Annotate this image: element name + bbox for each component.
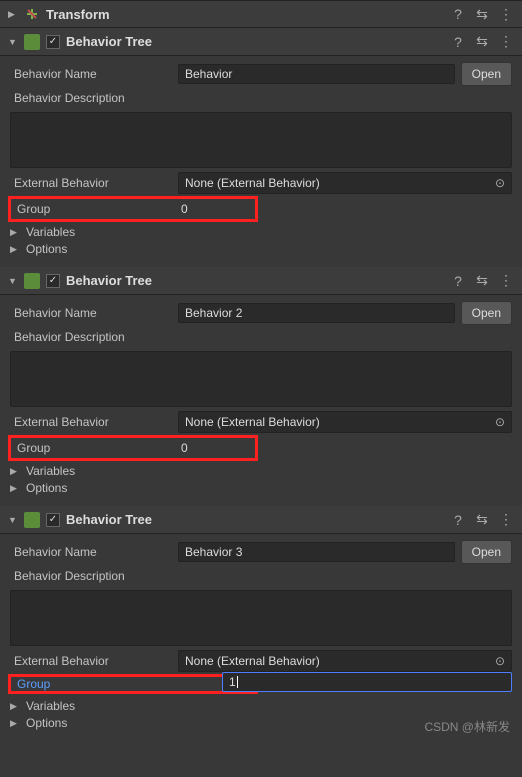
menu-icon[interactable]: ⋮: [498, 273, 514, 289]
group-label: Group: [11, 677, 175, 691]
enable-checkbox[interactable]: ✓: [46, 35, 60, 49]
component-title: Behavior Tree: [66, 34, 450, 49]
bt-header-1: ▼ ✓ Behavior Tree ? ⇆ ⋮: [0, 28, 522, 56]
component-title: Behavior Tree: [66, 512, 450, 527]
behavior-desc-input[interactable]: [10, 351, 512, 407]
transform-title: Transform: [46, 7, 450, 22]
preset-icon[interactable]: ⇆: [474, 512, 490, 528]
bt-icon: [24, 273, 40, 289]
bt-header-2: ▼ ✓ Behavior Tree ? ⇆ ⋮: [0, 267, 522, 295]
help-icon[interactable]: ?: [450, 273, 466, 289]
open-button[interactable]: Open: [461, 62, 512, 86]
behavior-desc-label: Behavior Description: [10, 569, 178, 583]
ext-behavior-value: None (External Behavior): [185, 415, 320, 429]
options-foldout[interactable]: ▶ Options: [10, 481, 512, 495]
chevron-right-icon: ▶: [10, 466, 22, 477]
options-label: Options: [26, 716, 67, 730]
group-value: 1: [229, 675, 236, 689]
expand-arrow-icon[interactable]: ▶: [8, 9, 20, 20]
text-caret: [237, 676, 238, 688]
variables-label: Variables: [26, 225, 75, 239]
object-picker-icon[interactable]: ⊙: [495, 654, 505, 668]
behavior-desc-input[interactable]: [10, 590, 512, 646]
group-highlight: Group: [8, 674, 258, 694]
bt-body-3: Behavior Name Open Behavior Description …: [0, 534, 522, 741]
component-title: Behavior Tree: [66, 273, 450, 288]
transform-icon: [24, 6, 40, 22]
ext-behavior-label: External Behavior: [10, 415, 178, 429]
preset-icon[interactable]: ⇆: [474, 34, 490, 50]
behavior-name-input[interactable]: [178, 64, 455, 84]
behavior-name-label: Behavior Name: [10, 306, 178, 320]
help-icon[interactable]: ?: [450, 512, 466, 528]
bt-header-3: ▼ ✓ Behavior Tree ? ⇆ ⋮: [0, 506, 522, 534]
watermark: CSDN @林新发: [424, 718, 510, 735]
group-input[interactable]: 0: [175, 199, 255, 219]
help-icon[interactable]: ?: [450, 6, 466, 22]
ext-behavior-label: External Behavior: [10, 176, 178, 190]
enable-checkbox[interactable]: ✓: [46, 274, 60, 288]
chevron-right-icon: ▶: [10, 701, 22, 712]
options-label: Options: [26, 242, 67, 256]
group-label: Group: [11, 441, 175, 455]
ext-behavior-value: None (External Behavior): [185, 176, 320, 190]
behavior-desc-label: Behavior Description: [10, 330, 178, 344]
menu-icon[interactable]: ⋮: [498, 512, 514, 528]
transform-header: ▶ Transform ? ⇆ ⋮: [0, 0, 522, 28]
chevron-right-icon: ▶: [10, 244, 22, 255]
behavior-name-label: Behavior Name: [10, 67, 178, 81]
behavior-name-label: Behavior Name: [10, 545, 178, 559]
options-label: Options: [26, 481, 67, 495]
behavior-desc-label: Behavior Description: [10, 91, 178, 105]
group-input-active[interactable]: 1: [222, 672, 512, 692]
preset-icon[interactable]: ⇆: [474, 6, 490, 22]
expand-arrow-icon[interactable]: ▼: [8, 37, 20, 47]
group-highlight: Group 0: [8, 196, 258, 222]
chevron-right-icon: ▶: [10, 227, 22, 238]
menu-icon[interactable]: ⋮: [498, 6, 514, 22]
bt-body-1: Behavior Name Open Behavior Description …: [0, 56, 522, 267]
open-button[interactable]: Open: [461, 540, 512, 564]
chevron-right-icon: ▶: [10, 718, 22, 729]
bt-icon: [24, 34, 40, 50]
group-active-wrapper: 1: [260, 672, 512, 692]
variables-foldout[interactable]: ▶ Variables: [10, 699, 512, 713]
ext-behavior-field[interactable]: None (External Behavior) ⊙: [178, 172, 512, 194]
preset-icon[interactable]: ⇆: [474, 273, 490, 289]
object-picker-icon[interactable]: ⊙: [495, 415, 505, 429]
group-input[interactable]: 0: [175, 438, 255, 458]
expand-arrow-icon[interactable]: ▼: [8, 515, 20, 525]
ext-behavior-field[interactable]: None (External Behavior) ⊙: [178, 411, 512, 433]
help-icon[interactable]: ?: [450, 34, 466, 50]
group-highlight: Group 0: [8, 435, 258, 461]
menu-icon[interactable]: ⋮: [498, 34, 514, 50]
variables-label: Variables: [26, 699, 75, 713]
ext-behavior-field[interactable]: None (External Behavior) ⊙: [178, 650, 512, 672]
chevron-right-icon: ▶: [10, 483, 22, 494]
open-button[interactable]: Open: [461, 301, 512, 325]
behavior-name-input[interactable]: [178, 303, 455, 323]
behavior-name-input[interactable]: [178, 542, 455, 562]
variables-label: Variables: [26, 464, 75, 478]
variables-foldout[interactable]: ▶ Variables: [10, 225, 512, 239]
bt-icon: [24, 512, 40, 528]
options-foldout[interactable]: ▶ Options: [10, 242, 512, 256]
bt-body-2: Behavior Name Open Behavior Description …: [0, 295, 522, 506]
behavior-desc-input[interactable]: [10, 112, 512, 168]
enable-checkbox[interactable]: ✓: [46, 513, 60, 527]
variables-foldout[interactable]: ▶ Variables: [10, 464, 512, 478]
expand-arrow-icon[interactable]: ▼: [8, 276, 20, 286]
group-label: Group: [11, 202, 175, 216]
object-picker-icon[interactable]: ⊙: [495, 176, 505, 190]
ext-behavior-label: External Behavior: [10, 654, 178, 668]
ext-behavior-value: None (External Behavior): [185, 654, 320, 668]
